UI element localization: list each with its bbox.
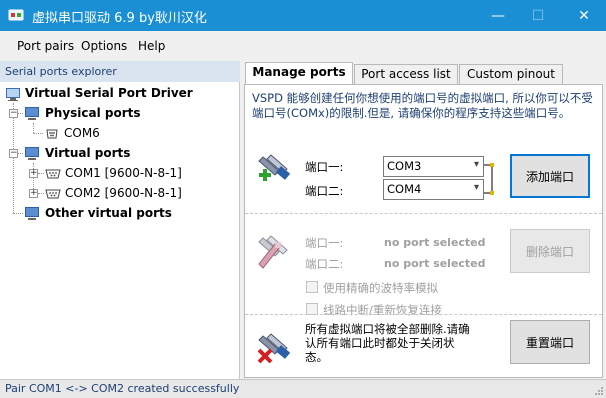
tree-root[interactable]: Virtual Serial Port Driver [25,86,193,100]
pair-bracket-icon [484,163,494,195]
collapse-toggle[interactable]: − [9,109,18,118]
explorer-header: Serial ports explorer [0,61,240,82]
chevron-down-icon: ▾ [473,159,479,170]
window-title: 虚拟串口驱动 6.9 by耿川汉化 [32,11,207,26]
remove-pair-icon [258,235,288,269]
tab-manage-ports[interactable]: Manage ports [245,62,353,85]
menu-port-pairs[interactable]: Port pairs [17,39,74,53]
reset-ports-button[interactable]: 重置端口 [510,320,590,364]
maximize-button[interactable]: ☐ [518,0,558,31]
remove-pair-section: 端口一: 端口二: no port selected no port selec… [245,213,602,317]
manage-description: VSPD 能够创建任何你想使用的端口号的虚拟端口, 所以你可以不受端口号(COM… [252,91,593,120]
exact-baud-checkbox[interactable] [306,281,318,293]
tree-virtual-ports[interactable]: Virtual ports [45,146,130,160]
reset-ports-section: 所有虚拟端口将被全部删除.请确认所有端口此时都处于关闭状态。 重置端口 [245,314,602,378]
port1-value: COM3 [387,159,422,173]
manage-ports-panel: VSPD 能够创建任何你想使用的端口号的虚拟端口, 所以你可以不受端口号(COM… [244,84,603,378]
reset-ports-icon [257,333,291,364]
status-bar: Pair COM1 <-> COM2 created successfully [0,379,606,398]
port2-select[interactable]: COM4 ▾ [383,179,484,200]
monitor-icon [25,107,39,120]
collapse-toggle[interactable]: − [9,149,18,158]
menu-bar: Port pairs Options Help [0,31,606,60]
add-port1-label: 端口一: [305,160,344,174]
tab-port-access-list[interactable]: Port access list [354,64,458,84]
serial-port-icon [45,189,61,199]
tree-physical-ports[interactable]: Physical ports [45,106,141,120]
remove-port2-value: no port selected [384,257,486,270]
tab-custom-pinout[interactable]: Custom pinout [459,64,563,84]
app-icon [8,9,24,21]
remove-pair-button[interactable]: 删除端口 [510,229,590,273]
expand-toggle[interactable]: + [29,189,38,198]
tree-other-virtual-ports[interactable]: Other virtual ports [45,206,172,220]
add-pair-button[interactable]: 添加端口 [510,154,590,198]
serial-port-icon [45,169,61,179]
computer-icon [6,88,20,101]
monitor-icon [25,207,39,220]
port2-value: COM4 [387,182,422,196]
monitor-icon [25,147,39,160]
serial-port-icon [46,129,58,139]
minimize-button[interactable]: — [478,0,518,31]
tree-connector [33,123,34,133]
close-button[interactable]: ✕ [564,0,604,31]
tree-item-com6[interactable]: COM6 [64,126,100,140]
chevron-down-icon: ▾ [473,182,479,193]
remove-port1-value: no port selected [384,236,486,249]
remove-port2-label: 端口二: [305,257,344,271]
expand-toggle[interactable]: + [29,169,38,178]
tree-connector [13,213,23,214]
exact-baud-label: 使用精确的波特率模拟 [323,281,438,295]
title-bar: 虚拟串口驱动 6.9 by耿川汉化 — ☐ ✕ [0,0,606,31]
remove-port1-label: 端口一: [305,236,344,250]
menu-options[interactable]: Options [81,39,127,53]
port-management-pane: Manage ports Port access list Custom pin… [241,61,606,379]
tree-item-com2[interactable]: COM2 [9600-N-8-1] [65,186,182,200]
reset-warning-text: 所有虚拟端口将被全部删除.请确认所有端口此时都处于关闭状态。 [305,322,470,364]
tree-item-com1[interactable]: COM1 [9600-N-8-1] [65,166,182,180]
port1-select[interactable]: COM3 ▾ [383,156,484,177]
tree-connector [13,103,14,213]
serial-ports-explorer: Serial ports explorer Virtual Serial Por… [0,61,240,379]
status-text: Pair COM1 <-> COM2 created successfully [5,382,240,395]
resize-grip-icon[interactable] [594,386,604,396]
tree-connector [33,133,43,134]
menu-help[interactable]: Help [138,39,165,53]
add-port2-label: 端口二: [305,184,344,198]
add-pair-icon [258,154,291,181]
add-pair-section: 端口一: 端口二: COM3 ▾ COM4 ▾ 添加端口 [245,135,602,213]
